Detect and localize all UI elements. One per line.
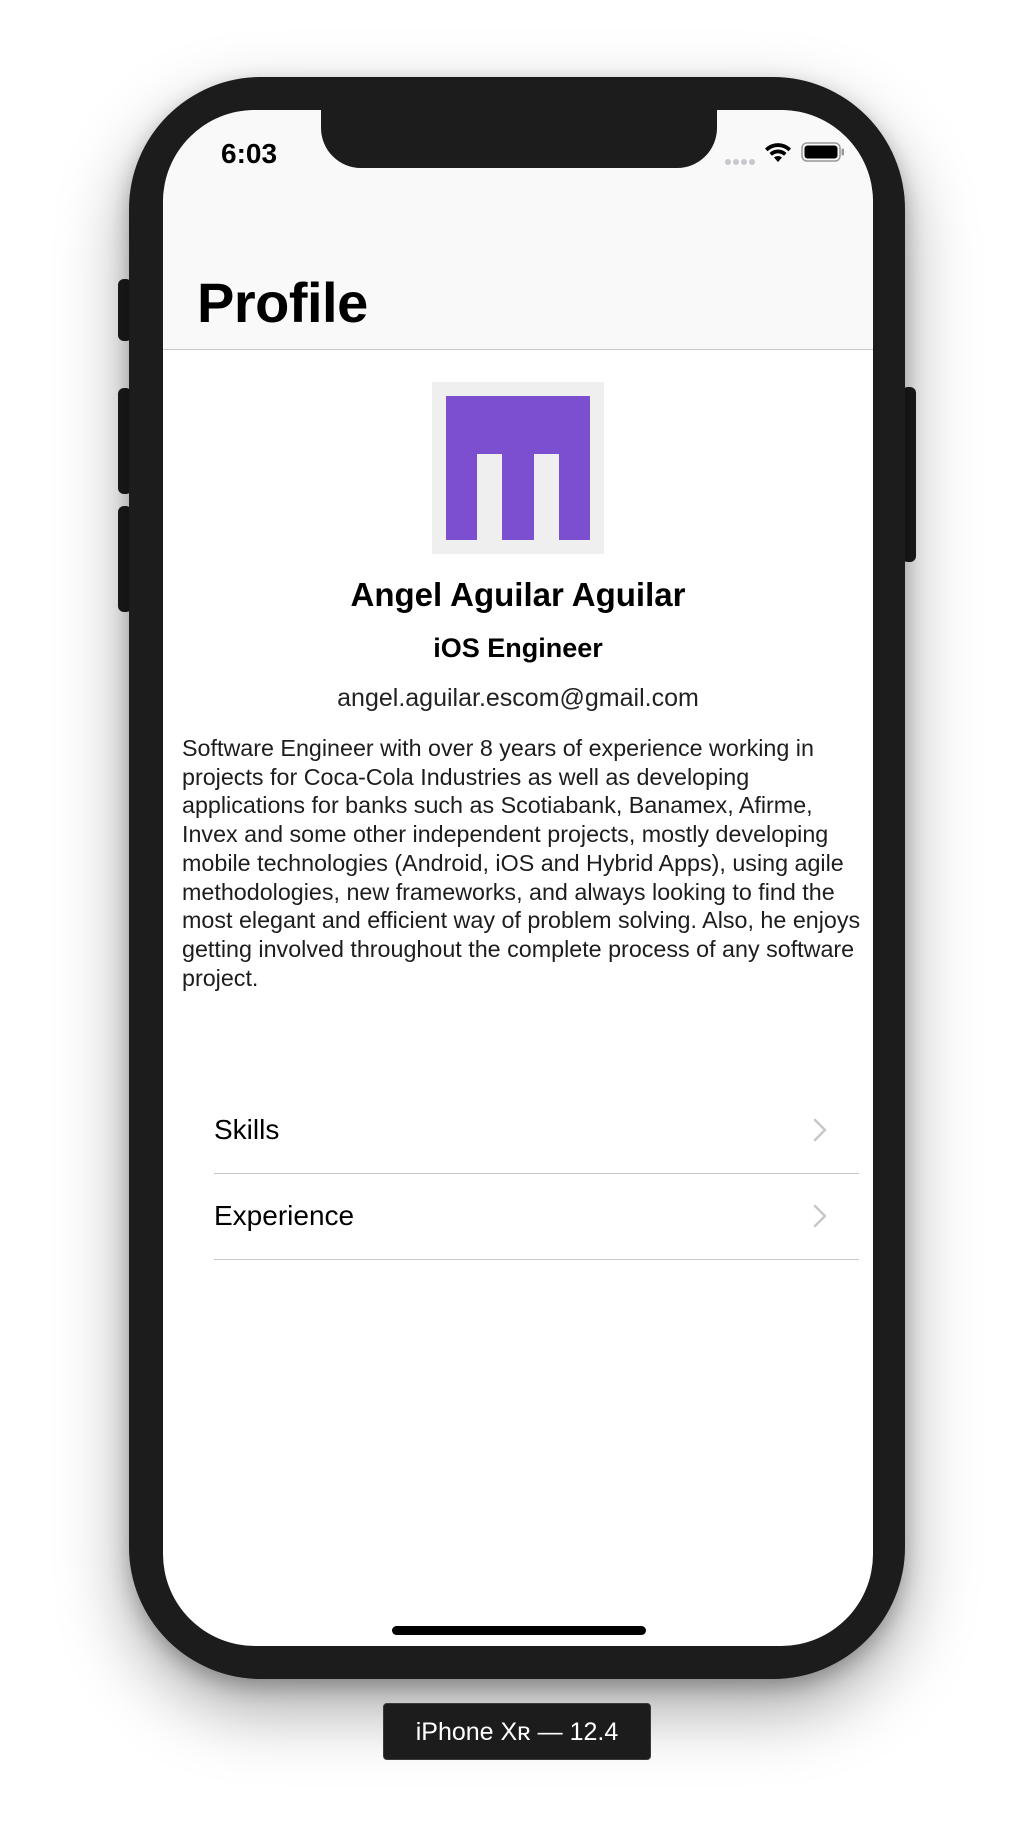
device-screen: 6:03 Profile Angel Aguilar Aguilar iOS E… [163,110,873,1646]
menu-item-label: Skills [214,1114,280,1145]
battery-icon [801,142,844,162]
profile-bio: Software Engineer with over 8 years of e… [182,735,861,991]
cellular-signal-icon [725,152,759,165]
simulator-device-label: iPhone Xʀ — 12.4 [383,1703,651,1760]
profile-avatar [432,382,604,554]
menu-item-experience[interactable]: Experience [214,1174,859,1260]
profile-role: iOS Engineer [433,633,603,663]
simulator-stage: 6:03 Profile Angel Aguilar Aguilar iOS E… [0,0,1034,1828]
profile-email: angel.aguilar.escom@gmail.com [337,684,699,712]
profile-name: Angel Aguilar Aguilar [350,576,686,613]
wifi-icon [765,143,791,162]
status-time: 6:03 [221,138,278,169]
menu-item-label: Experience [214,1200,355,1231]
page-title: Profile [197,271,368,334]
chevron-right-icon [813,1118,827,1142]
home-indicator[interactable] [392,1626,646,1635]
profile-menu: Skills Experience [214,1088,859,1260]
status-icons [725,140,845,165]
menu-item-skills[interactable]: Skills [214,1088,859,1174]
camera-notch [321,110,717,168]
chevron-right-icon [813,1204,827,1228]
logo-m-avatar [432,382,604,554]
